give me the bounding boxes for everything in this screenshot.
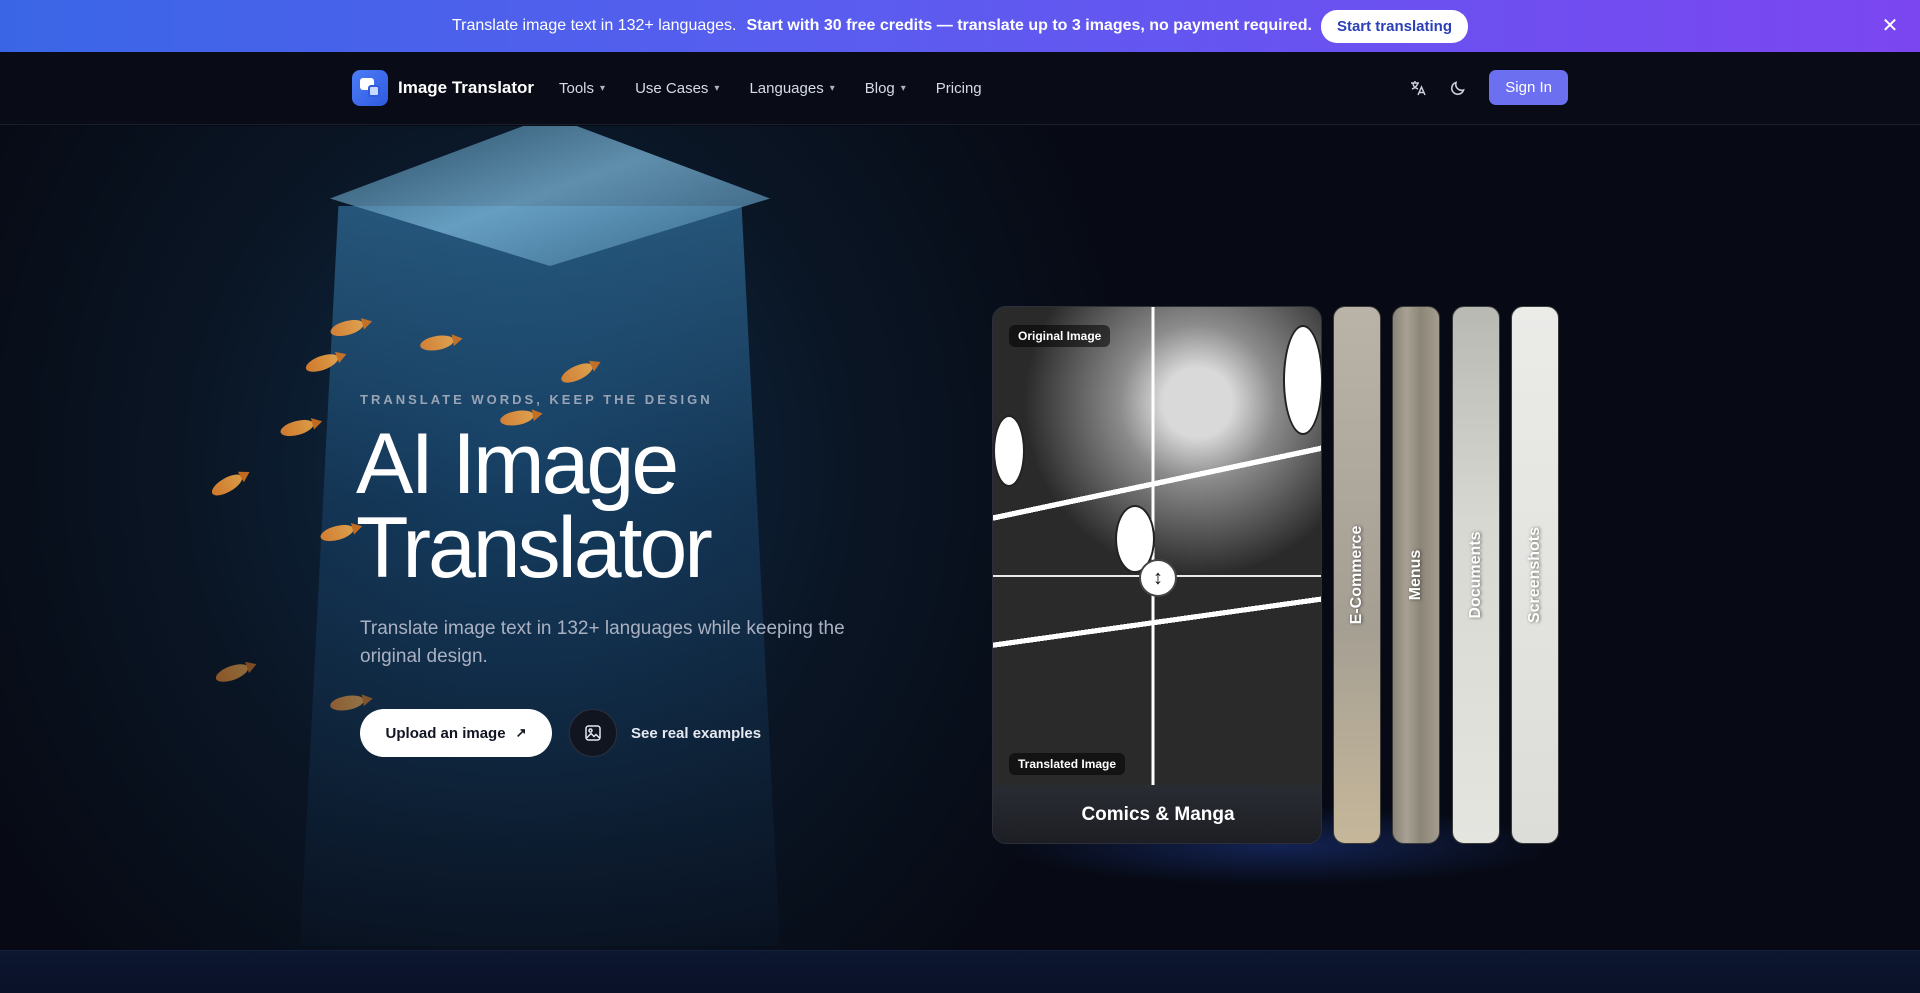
menu-item-label: Languages [749, 80, 824, 97]
main-menu: Tools ▾ Use Cases ▾ Languages ▾ Blog ▾ P… [559, 52, 1012, 125]
showcase-card-menus[interactable]: Menus [1392, 306, 1440, 844]
card-label: Screenshots [1526, 526, 1543, 624]
showcase-card-comics[interactable]: ↕ Original Image Translated Image Comics… [992, 306, 1322, 844]
title-line-2: Translator [356, 500, 713, 596]
next-section-edge [0, 950, 1920, 993]
menu-item-blog[interactable]: Blog ▾ [865, 80, 906, 97]
menu-item-label: Use Cases [635, 80, 709, 97]
original-image-tag: Original Image [1009, 325, 1111, 347]
compare-slider-handle[interactable]: ↕ [1139, 559, 1177, 597]
see-examples-link[interactable]: See real examples [569, 709, 761, 757]
speech-bubble [1283, 325, 1321, 435]
nav-actions: Sign In [1401, 70, 1568, 105]
showcase-card-ecommerce[interactable]: E-Commerce [1333, 306, 1381, 844]
page-title: AI Image Translator [356, 416, 916, 596]
close-icon[interactable]: ✕ [1878, 14, 1902, 38]
fish-decoration [208, 470, 246, 500]
showcase-card-screenshots[interactable]: Screenshots [1511, 306, 1559, 844]
moon-icon[interactable] [1441, 71, 1475, 105]
menu-item-use-cases[interactable]: Use Cases ▾ [635, 80, 719, 97]
image-icon [569, 709, 617, 757]
arrow-up-right-icon: ↗ [515, 725, 527, 740]
chevron-down-icon: ▾ [829, 83, 835, 94]
banner-text: Translate image text in 132+ languages. [452, 17, 737, 34]
upload-image-button[interactable]: Upload an image ↗ [360, 709, 552, 757]
menu-item-label: Tools [559, 80, 595, 97]
fish-decoration [213, 660, 251, 686]
fish-decoration [278, 416, 316, 440]
promo-banner: Translate image text in 132+ languages. … [0, 0, 1920, 52]
brand-name: Image Translator [398, 78, 535, 97]
start-translating-button[interactable]: Start translating [1320, 9, 1468, 43]
brand-logo[interactable]: Image Translator [352, 70, 534, 106]
upload-image-label: Upload an image [385, 724, 506, 742]
hero-subtitle: Translate image text in 132+ languages w… [360, 618, 845, 667]
see-examples-label: See real examples [631, 724, 762, 742]
logo-icon [352, 70, 388, 106]
hero-eyebrow: TRANSLATE WORDS, KEEP THE DESIGN [360, 392, 713, 407]
card-label: Documents [1467, 531, 1484, 619]
translated-image-tag: Translated Image [1009, 753, 1126, 775]
menu-item-pricing[interactable]: Pricing [936, 80, 982, 97]
chevron-down-icon: ▾ [600, 83, 606, 94]
top-navigation: Image Translator Tools ▾ Use Cases ▾ Lan… [0, 52, 1920, 125]
card-label: E-Commerce [1348, 525, 1365, 625]
card-caption: Comics & Manga [993, 785, 1321, 843]
hero-section: TRANSLATE WORDS, KEEP THE DESIGN AI Imag… [0, 126, 1920, 950]
menu-item-languages[interactable]: Languages ▾ [749, 80, 834, 97]
speech-bubble [993, 415, 1025, 487]
menu-item-tools[interactable]: Tools ▾ [559, 80, 605, 97]
title-line-1: AI Image [356, 416, 679, 512]
chevron-down-icon: ▾ [714, 83, 720, 94]
card-label: Menus [1407, 549, 1424, 601]
translate-icon[interactable] [1401, 71, 1435, 105]
sign-in-button[interactable]: Sign In [1489, 70, 1568, 105]
banner-offer-text: Start with 30 free credits — translate u… [746, 17, 1312, 34]
showcase-card-documents[interactable]: Documents [1452, 306, 1500, 844]
manga-comparison-image [993, 307, 1321, 785]
menu-item-label: Blog [864, 80, 895, 97]
menu-item-label: Pricing [935, 80, 982, 97]
chevron-down-icon: ▾ [900, 83, 906, 94]
